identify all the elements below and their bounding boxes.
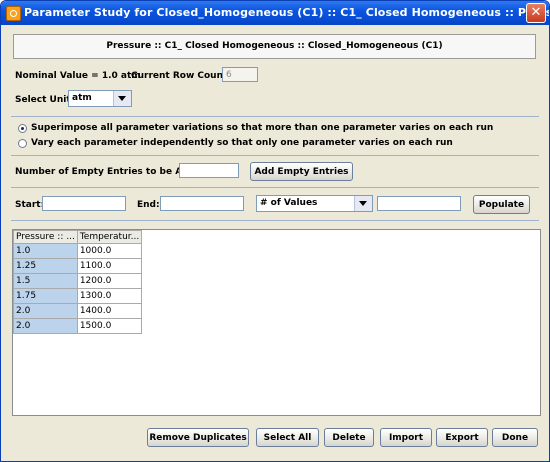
- temperature-cell[interactable]: 1100.0: [76, 258, 143, 274]
- temperature-cell[interactable]: 1500.0: [76, 318, 143, 334]
- divider: [11, 187, 539, 188]
- select-all-button[interactable]: Select All: [256, 428, 319, 447]
- divider: [11, 220, 539, 221]
- start-label: Start:: [15, 200, 45, 210]
- nominal-value-label: Nominal Value = 1.0 atm: [15, 71, 141, 81]
- range-mode-select[interactable]: # of Values: [256, 195, 373, 212]
- values-table-area[interactable]: Pressure :: ... Temperatur... 1.0 1000.0…: [12, 229, 541, 416]
- unit-select-value: atm: [72, 93, 92, 103]
- chevron-down-icon[interactable]: [354, 196, 372, 211]
- populate-button[interactable]: Populate: [473, 195, 530, 214]
- pressure-cell[interactable]: 2.0: [13, 318, 78, 334]
- temperature-cell[interactable]: 1400.0: [76, 303, 143, 319]
- add-empty-entries-button[interactable]: Add Empty Entries: [250, 162, 353, 181]
- close-button[interactable]: ✕: [526, 3, 546, 23]
- pressure-cell[interactable]: 1.75: [13, 288, 78, 304]
- parameter-path-header: Pressure :: C1_ Closed Homogeneous :: Cl…: [13, 34, 536, 59]
- remove-duplicates-button[interactable]: Remove Duplicates: [147, 428, 249, 447]
- temperature-cell[interactable]: 1200.0: [76, 273, 143, 289]
- table-row[interactable]: 1.75 1300.0: [13, 288, 143, 304]
- pressure-cell[interactable]: 1.5: [13, 273, 78, 289]
- app-icon: [6, 6, 21, 21]
- values-table[interactable]: Pressure :: ... Temperatur... 1.0 1000.0…: [13, 230, 143, 334]
- end-label: End:: [137, 200, 160, 210]
- column-header-temperature[interactable]: Temperatur...: [76, 230, 143, 244]
- done-button[interactable]: Done: [492, 428, 538, 447]
- independent-label[interactable]: Vary each parameter independently so tha…: [31, 138, 453, 148]
- pressure-cell[interactable]: 1.0: [13, 243, 78, 259]
- pressure-cell[interactable]: 1.25: [13, 258, 78, 274]
- parameter-study-window: Parameter Study for Closed_Homogeneous (…: [0, 0, 550, 462]
- title-bar[interactable]: Parameter Study for Closed_Homogeneous (…: [1, 1, 549, 25]
- table-row[interactable]: 1.0 1000.0: [13, 243, 143, 259]
- table-row[interactable]: 2.0 1400.0: [13, 303, 143, 319]
- delete-button[interactable]: Delete: [324, 428, 374, 447]
- independent-radio[interactable]: [18, 139, 27, 148]
- window-title: Parameter Study for Closed_Homogeneous (…: [24, 6, 550, 19]
- temperature-cell[interactable]: 1000.0: [76, 243, 143, 259]
- pressure-cell[interactable]: 2.0: [13, 303, 78, 319]
- column-header-pressure[interactable]: Pressure :: ...: [13, 230, 78, 244]
- row-count-field: 6: [222, 67, 258, 82]
- export-button[interactable]: Export: [436, 428, 488, 447]
- temperature-cell[interactable]: 1300.0: [76, 288, 143, 304]
- select-unit-label: Select Unit:: [15, 95, 75, 105]
- superimpose-label[interactable]: Superimpose all parameter variations so …: [31, 123, 493, 133]
- divider: [11, 116, 539, 117]
- range-mode-value: # of Values: [260, 198, 318, 208]
- end-input[interactable]: [160, 196, 244, 211]
- chevron-down-icon[interactable]: [113, 91, 131, 106]
- table-header-row: Pressure :: ... Temperatur...: [13, 230, 143, 244]
- start-input[interactable]: [42, 196, 126, 211]
- unit-select[interactable]: atm: [68, 90, 132, 107]
- import-button[interactable]: Import: [380, 428, 432, 447]
- empty-entries-input[interactable]: [179, 163, 239, 178]
- table-row[interactable]: 2.0 1500.0: [13, 318, 143, 334]
- value-count-input[interactable]: [377, 196, 461, 211]
- table-row[interactable]: 1.25 1100.0: [13, 258, 143, 274]
- table-row[interactable]: 1.5 1200.0: [13, 273, 143, 289]
- superimpose-radio[interactable]: [18, 124, 27, 133]
- divider: [11, 155, 539, 156]
